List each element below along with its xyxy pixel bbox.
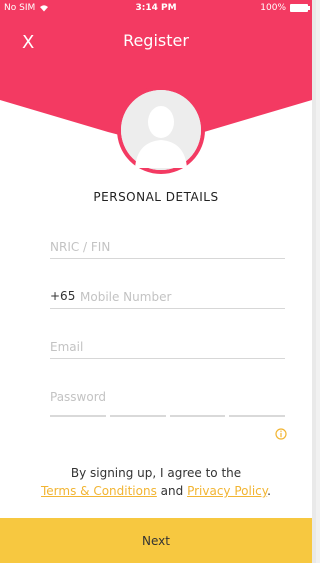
info-icon[interactable] <box>275 428 287 440</box>
terms-line-2: Terms & Conditions and Privacy Policy. <box>0 482 312 500</box>
country-code[interactable]: +65 <box>50 289 75 303</box>
status-bar: No SIM 3:14 PM 100% <box>0 0 312 18</box>
terms-line-1: By signing up, I agree to the <box>70 466 242 480</box>
strength-segment <box>50 415 106 417</box>
password-field[interactable] <box>50 380 285 408</box>
page-title: Register <box>123 31 189 50</box>
strength-segment <box>169 415 226 417</box>
terms-period: . <box>267 484 271 498</box>
strength-segment <box>229 415 285 417</box>
terms-and: and <box>160 484 184 498</box>
section-title: PERSONAL DETAILS <box>93 190 219 204</box>
terms-link[interactable]: Terms & Conditions <box>41 484 157 498</box>
battery-percent: 100% <box>260 3 286 13</box>
background-gutter <box>312 0 316 563</box>
user-avatar-icon <box>121 90 201 170</box>
terms-text: By signing up, I agree to the Terms & Co… <box>0 464 312 500</box>
password-strength-meter <box>50 415 285 417</box>
mobile-input[interactable] <box>80 290 285 304</box>
next-button[interactable]: Next <box>0 518 312 563</box>
privacy-link[interactable]: Privacy Policy <box>187 484 267 498</box>
nric-input[interactable] <box>50 240 285 254</box>
register-screen: No SIM 3:14 PM 100% X Register PERSONAL … <box>0 0 312 563</box>
email-field[interactable] <box>50 330 285 359</box>
battery-icon <box>290 4 310 12</box>
nric-field[interactable] <box>50 230 285 259</box>
password-input[interactable] <box>50 390 285 404</box>
avatar[interactable] <box>117 86 205 174</box>
mobile-field[interactable]: +65 <box>50 280 285 309</box>
strength-segment <box>109 415 166 417</box>
email-input[interactable] <box>50 340 285 354</box>
